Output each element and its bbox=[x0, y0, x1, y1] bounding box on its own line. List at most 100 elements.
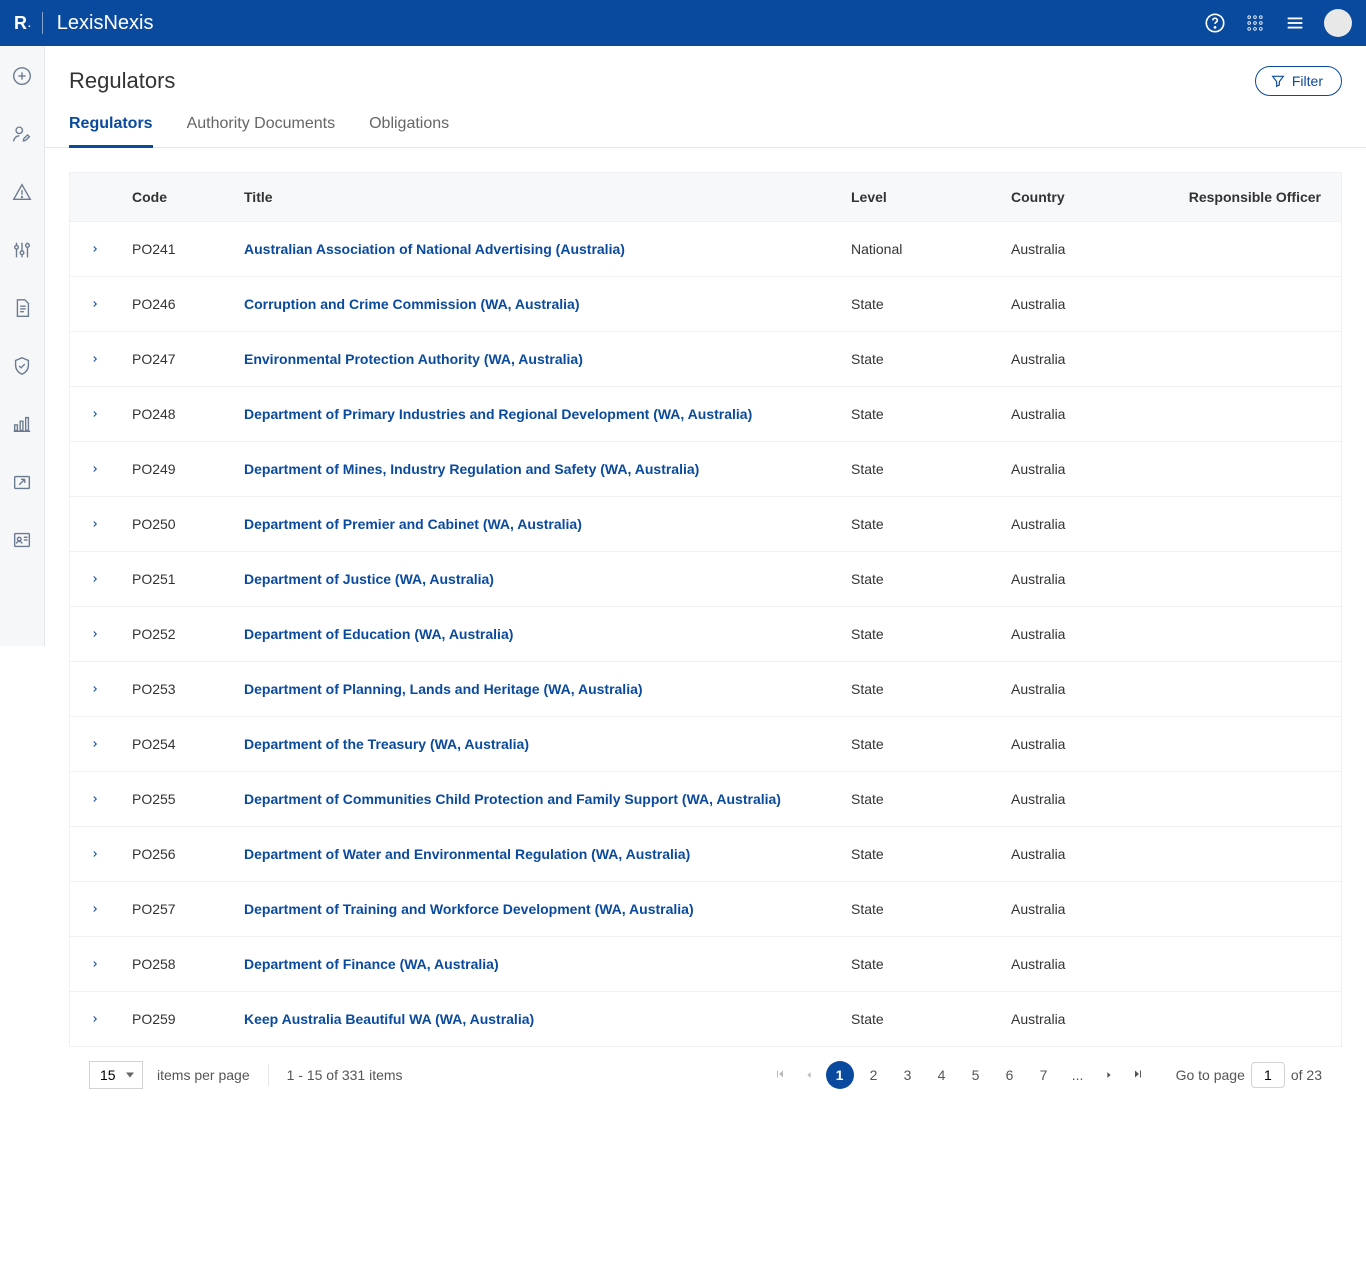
pager-page-7[interactable]: 7 bbox=[1030, 1061, 1058, 1089]
expand-row-icon[interactable] bbox=[90, 681, 100, 697]
cell-code: PO255 bbox=[132, 791, 244, 807]
col-header-officer[interactable]: Responsible Officer bbox=[1171, 189, 1321, 205]
col-header-level[interactable]: Level bbox=[851, 189, 1011, 205]
expand-row-icon[interactable] bbox=[90, 241, 100, 257]
shield-check-icon[interactable] bbox=[10, 354, 34, 378]
apps-grid-icon[interactable] bbox=[1244, 12, 1266, 34]
tab-authority-documents[interactable]: Authority Documents bbox=[187, 105, 336, 148]
cell-title-link[interactable]: Department of Water and Environmental Re… bbox=[244, 846, 851, 862]
pager-last-icon[interactable] bbox=[1126, 1067, 1150, 1083]
pager-next-icon[interactable] bbox=[1098, 1067, 1120, 1083]
cell-title-link[interactable]: Department of Mines, Industry Regulation… bbox=[244, 461, 851, 477]
sidebar bbox=[0, 46, 45, 646]
id-card-icon[interactable] bbox=[10, 528, 34, 552]
cell-level: State bbox=[851, 736, 1011, 752]
pager-page-6[interactable]: 6 bbox=[996, 1061, 1024, 1089]
export-icon[interactable] bbox=[10, 470, 34, 494]
filter-button[interactable]: Filter bbox=[1255, 66, 1342, 96]
cell-title-link[interactable]: Department of Justice (WA, Australia) bbox=[244, 571, 851, 587]
cell-title-link[interactable]: Environmental Protection Authority (WA, … bbox=[244, 351, 851, 367]
cell-level: State bbox=[851, 846, 1011, 862]
expand-row-icon[interactable] bbox=[90, 296, 100, 312]
cell-title-link[interactable]: Department of Finance (WA, Australia) bbox=[244, 956, 851, 972]
cell-title-link[interactable]: Corruption and Crime Commission (WA, Aus… bbox=[244, 296, 851, 312]
expand-row-icon[interactable] bbox=[90, 956, 100, 972]
cell-code: PO246 bbox=[132, 296, 244, 312]
goto-page-input[interactable] bbox=[1251, 1062, 1285, 1088]
cell-code: PO257 bbox=[132, 901, 244, 917]
avatar[interactable] bbox=[1324, 9, 1352, 37]
bar-chart-icon[interactable] bbox=[10, 412, 34, 436]
sliders-icon[interactable] bbox=[10, 238, 34, 262]
pager-prev-icon[interactable] bbox=[798, 1067, 820, 1083]
cell-country: Australia bbox=[1011, 956, 1171, 972]
expand-row-icon[interactable] bbox=[90, 846, 100, 862]
expand-row-icon[interactable] bbox=[90, 901, 100, 917]
cell-level: State bbox=[851, 351, 1011, 367]
pager-page-2[interactable]: 2 bbox=[860, 1061, 888, 1089]
cell-title-link[interactable]: Keep Australia Beautiful WA (WA, Austral… bbox=[244, 1011, 851, 1027]
expand-row-icon[interactable] bbox=[90, 351, 100, 367]
cell-title-link[interactable]: Department of the Treasury (WA, Australi… bbox=[244, 736, 851, 752]
cell-title-link[interactable]: Department of Training and Workforce Dev… bbox=[244, 901, 851, 917]
paginator: 15 items per page 1 - 15 of 331 items 12… bbox=[69, 1047, 1342, 1103]
cell-title-link[interactable]: Department of Communities Child Protecti… bbox=[244, 791, 851, 807]
pager-first-icon[interactable] bbox=[768, 1067, 792, 1083]
table-row: PO241Australian Association of National … bbox=[70, 221, 1341, 276]
col-header-country[interactable]: Country bbox=[1011, 189, 1171, 205]
top-bar: R LexisNexis bbox=[0, 0, 1366, 46]
cell-title-link[interactable]: Department of Primary Industries and Reg… bbox=[244, 406, 851, 422]
page-size-select[interactable]: 15 bbox=[89, 1061, 143, 1089]
expand-row-icon[interactable] bbox=[90, 1011, 100, 1027]
document-icon[interactable] bbox=[10, 296, 34, 320]
table-row: PO246Corruption and Crime Commission (WA… bbox=[70, 276, 1341, 331]
logo-separator bbox=[42, 12, 43, 34]
expand-row-icon[interactable] bbox=[90, 736, 100, 752]
expand-row-icon[interactable] bbox=[90, 406, 100, 422]
expand-row-icon[interactable] bbox=[90, 461, 100, 477]
cell-title-link[interactable]: Department of Premier and Cabinet (WA, A… bbox=[244, 516, 851, 532]
expand-row-icon[interactable] bbox=[90, 791, 100, 807]
cell-code: PO248 bbox=[132, 406, 244, 422]
cell-code: PO252 bbox=[132, 626, 244, 642]
pager-page-1[interactable]: 1 bbox=[826, 1061, 854, 1089]
table-row: PO259Keep Australia Beautiful WA (WA, Au… bbox=[70, 991, 1341, 1046]
cell-level: State bbox=[851, 296, 1011, 312]
cell-level: State bbox=[851, 791, 1011, 807]
pager-page-5[interactable]: 5 bbox=[962, 1061, 990, 1089]
cell-title-link[interactable]: Department of Education (WA, Australia) bbox=[244, 626, 851, 642]
expand-row-icon[interactable] bbox=[90, 571, 100, 587]
help-icon[interactable] bbox=[1204, 12, 1226, 34]
cell-level: State bbox=[851, 901, 1011, 917]
expand-row-icon[interactable] bbox=[90, 516, 100, 532]
user-edit-icon[interactable] bbox=[10, 122, 34, 146]
pager-page-4[interactable]: 4 bbox=[928, 1061, 956, 1089]
cell-level: National bbox=[851, 241, 1011, 257]
table-row: PO255Department of Communities Child Pro… bbox=[70, 771, 1341, 826]
pager-page-3[interactable]: 3 bbox=[894, 1061, 922, 1089]
table-row: PO256Department of Water and Environment… bbox=[70, 826, 1341, 881]
cell-code: PO250 bbox=[132, 516, 244, 532]
cell-country: Australia bbox=[1011, 626, 1171, 642]
menu-icon[interactable] bbox=[1284, 12, 1306, 34]
col-header-title[interactable]: Title bbox=[244, 189, 851, 205]
tab-regulators[interactable]: Regulators bbox=[69, 105, 153, 148]
total-pages-label: of 23 bbox=[1291, 1067, 1322, 1083]
cell-level: State bbox=[851, 681, 1011, 697]
cell-level: State bbox=[851, 626, 1011, 642]
items-per-page-label: items per page bbox=[157, 1067, 250, 1083]
table-row: PO253Department of Planning, Lands and H… bbox=[70, 661, 1341, 716]
expand-row-icon[interactable] bbox=[90, 626, 100, 642]
tab-obligations[interactable]: Obligations bbox=[369, 105, 449, 148]
cell-code: PO251 bbox=[132, 571, 244, 587]
add-icon[interactable] bbox=[10, 64, 34, 88]
cell-title-link[interactable]: Department of Planning, Lands and Herita… bbox=[244, 681, 851, 697]
col-header-code[interactable]: Code bbox=[132, 189, 244, 205]
cell-level: State bbox=[851, 461, 1011, 477]
cell-code: PO241 bbox=[132, 241, 244, 257]
cell-country: Australia bbox=[1011, 461, 1171, 477]
cell-level: State bbox=[851, 1011, 1011, 1027]
cell-title-link[interactable]: Australian Association of National Adver… bbox=[244, 241, 851, 257]
alert-triangle-icon[interactable] bbox=[10, 180, 34, 204]
cell-country: Australia bbox=[1011, 736, 1171, 752]
